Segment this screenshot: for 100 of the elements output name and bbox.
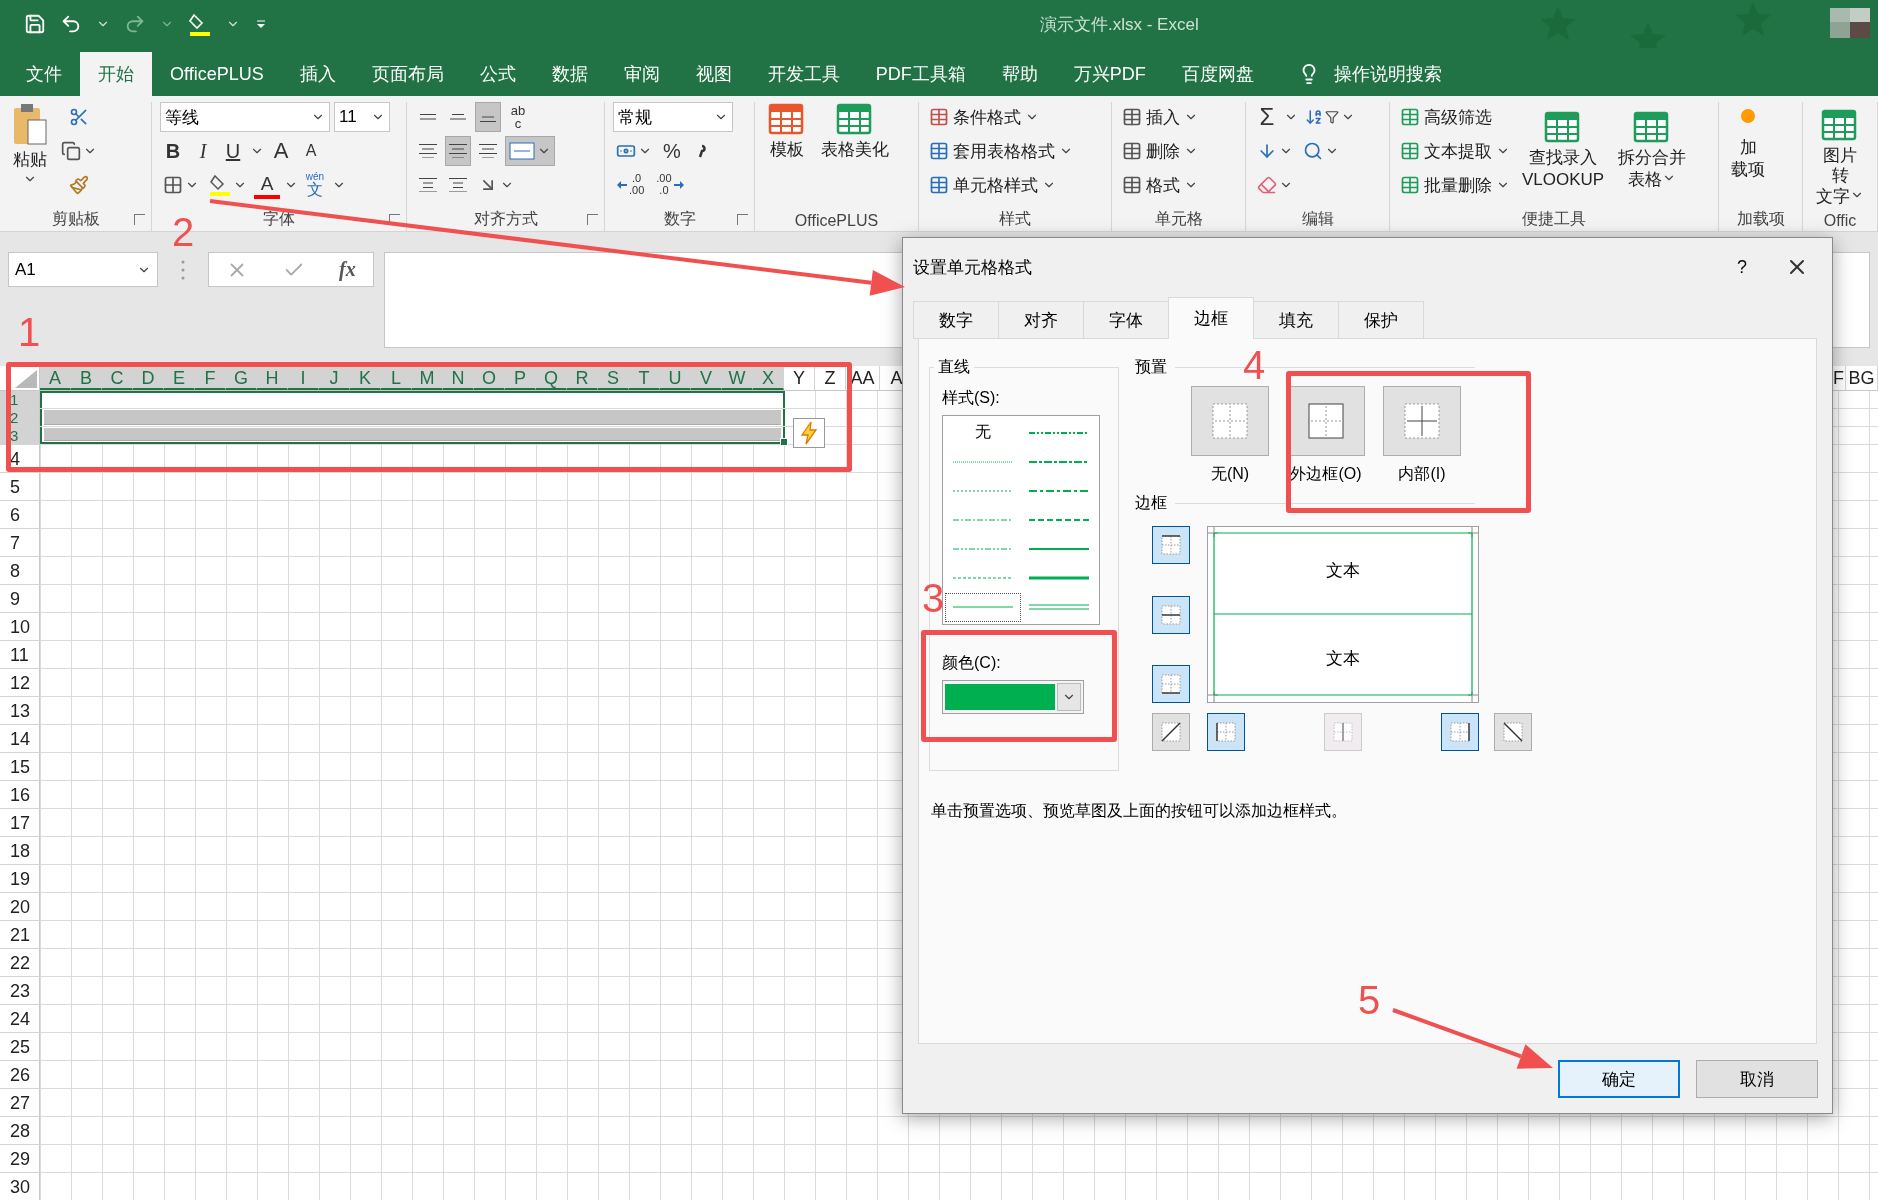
- menu-tab[interactable]: 开发工具: [749, 52, 858, 96]
- column-header[interactable]: J: [319, 366, 350, 390]
- decrease-decimal-button[interactable]: .00 .0: [652, 173, 688, 197]
- dialog-launcher-icon[interactable]: [587, 214, 598, 225]
- row-header[interactable]: 18: [0, 837, 40, 865]
- column-header[interactable]: D: [133, 366, 164, 390]
- bold-button[interactable]: B: [160, 136, 186, 166]
- color-picker[interactable]: [942, 680, 1084, 714]
- ok-button[interactable]: 确定: [1558, 1060, 1680, 1098]
- row-header[interactable]: 23: [0, 977, 40, 1005]
- fill-handle[interactable]: [780, 438, 788, 446]
- shrink-font-button[interactable]: A: [298, 136, 324, 166]
- row-header[interactable]: 9: [0, 585, 40, 613]
- column-header[interactable]: C: [102, 366, 133, 390]
- fill-color-icon[interactable]: [188, 11, 212, 37]
- menu-tab[interactable]: 百度网盘: [1163, 52, 1272, 96]
- save-icon[interactable]: [24, 13, 46, 35]
- tool-menu-button[interactable]: 文本提取: [1398, 136, 1512, 166]
- dialog-tab[interactable]: 边框: [1168, 297, 1254, 339]
- row-header[interactable]: 7: [0, 529, 40, 557]
- tool-menu-button[interactable]: 高级筛选: [1398, 102, 1512, 132]
- column-header[interactable]: O: [474, 366, 505, 390]
- row-header[interactable]: 15: [0, 753, 40, 781]
- row-header[interactable]: 19: [0, 865, 40, 893]
- help-button[interactable]: ?: [1722, 255, 1762, 279]
- addins-button[interactable]: 加 载项: [1727, 108, 1769, 180]
- number-format-field[interactable]: 常规: [613, 102, 733, 132]
- preset-button[interactable]: [1383, 386, 1461, 456]
- customize-icon[interactable]: [254, 17, 268, 31]
- styles-menu-button[interactable]: 条件格式: [927, 102, 1075, 132]
- menu-tab[interactable]: 页面布局: [353, 52, 462, 96]
- column-header[interactable]: M: [412, 366, 443, 390]
- row-header[interactable]: 21: [0, 921, 40, 949]
- border-button[interactable]: [1207, 713, 1245, 751]
- row-header[interactable]: 25: [0, 1033, 40, 1061]
- autosum-button[interactable]: Σ: [1254, 102, 1280, 132]
- column-header[interactable]: B: [71, 366, 102, 390]
- row-header[interactable]: 17: [0, 809, 40, 837]
- column-header[interactable]: BG: [1846, 366, 1878, 390]
- row-header[interactable]: 22: [0, 949, 40, 977]
- undo-icon[interactable]: [60, 13, 82, 35]
- font-color-button[interactable]: A: [254, 171, 280, 199]
- menu-tab[interactable]: PDF工具箱: [857, 52, 984, 96]
- dialog-tab[interactable]: 保护: [1338, 301, 1424, 339]
- row-header[interactable]: 20: [0, 893, 40, 921]
- row-header[interactable]: 8: [0, 557, 40, 585]
- border-preview[interactable]: 文本 文本: [1207, 526, 1479, 703]
- border-button[interactable]: [1441, 713, 1479, 751]
- column-header[interactable]: X: [753, 366, 784, 390]
- underline-button[interactable]: U: [220, 136, 246, 166]
- line-style-list[interactable]: 无: [942, 415, 1100, 625]
- menu-tab[interactable]: 万兴PDF: [1055, 52, 1164, 96]
- row-header[interactable]: 6: [0, 501, 40, 529]
- select-all-icon[interactable]: [15, 370, 37, 388]
- menu-tab[interactable]: 公式: [461, 52, 534, 96]
- insert-function-button[interactable]: fx: [339, 258, 356, 281]
- row-header[interactable]: 24: [0, 1005, 40, 1033]
- dialog-launcher-icon[interactable]: [737, 214, 748, 225]
- increase-decimal-button[interactable]: .0 .00: [613, 173, 649, 197]
- row-header[interactable]: 13: [0, 697, 40, 725]
- font-name-field[interactable]: 等线: [160, 102, 330, 132]
- row-header[interactable]: 5: [0, 473, 40, 501]
- menu-tab[interactable]: 帮助: [983, 52, 1056, 96]
- tool-button[interactable]: 查找录入 VLOOKUP: [1518, 110, 1609, 190]
- line-style-option[interactable]: [945, 592, 1021, 622]
- column-header[interactable]: Q: [536, 366, 567, 390]
- cancel-button[interactable]: 取消: [1696, 1060, 1818, 1098]
- cells-menu-button[interactable]: 删除: [1120, 136, 1200, 166]
- row-header[interactable]: 10: [0, 613, 40, 641]
- menu-tab[interactable]: 文件: [8, 52, 80, 96]
- picture-to-text-button[interactable]: 图片转 文字: [1811, 108, 1869, 205]
- column-header[interactable]: K: [350, 366, 381, 390]
- phonetic-button[interactable]: wén 文: [302, 170, 328, 200]
- row-header[interactable]: 12: [0, 669, 40, 697]
- redo-icon[interactable]: [124, 13, 146, 35]
- menu-tab[interactable]: 数据: [533, 52, 606, 96]
- border-button[interactable]: [1152, 526, 1190, 564]
- percent-button[interactable]: %: [659, 136, 685, 166]
- column-header[interactable]: S: [598, 366, 629, 390]
- column-header[interactable]: I: [288, 366, 319, 390]
- paste-button[interactable]: 粘贴: [8, 102, 52, 186]
- column-header[interactable]: N: [443, 366, 474, 390]
- column-header[interactable]: P: [505, 366, 536, 390]
- menu-tab[interactable]: 视图: [677, 52, 750, 96]
- menu-tab[interactable]: OfficePLUS: [152, 52, 282, 96]
- grow-font-button[interactable]: A: [268, 136, 294, 166]
- italic-button[interactable]: I: [190, 136, 216, 166]
- column-header[interactable]: T: [629, 366, 660, 390]
- dialog-tab[interactable]: 数字: [913, 301, 999, 339]
- column-header[interactable]: R: [567, 366, 598, 390]
- table-beautify-button[interactable]: 表格美化: [817, 102, 893, 160]
- wrap-text-button[interactable]: ab c: [505, 102, 531, 132]
- menu-tab[interactable]: 审阅: [605, 52, 678, 96]
- styles-menu-button[interactable]: 单元格样式: [927, 170, 1075, 200]
- column-header[interactable]: W: [722, 366, 753, 390]
- line-style-option[interactable]: 无: [945, 418, 1021, 448]
- column-header[interactable]: V: [691, 366, 722, 390]
- row-header[interactable]: 14: [0, 725, 40, 753]
- flash-fill-button[interactable]: [793, 418, 825, 448]
- border-button[interactable]: [1152, 665, 1190, 703]
